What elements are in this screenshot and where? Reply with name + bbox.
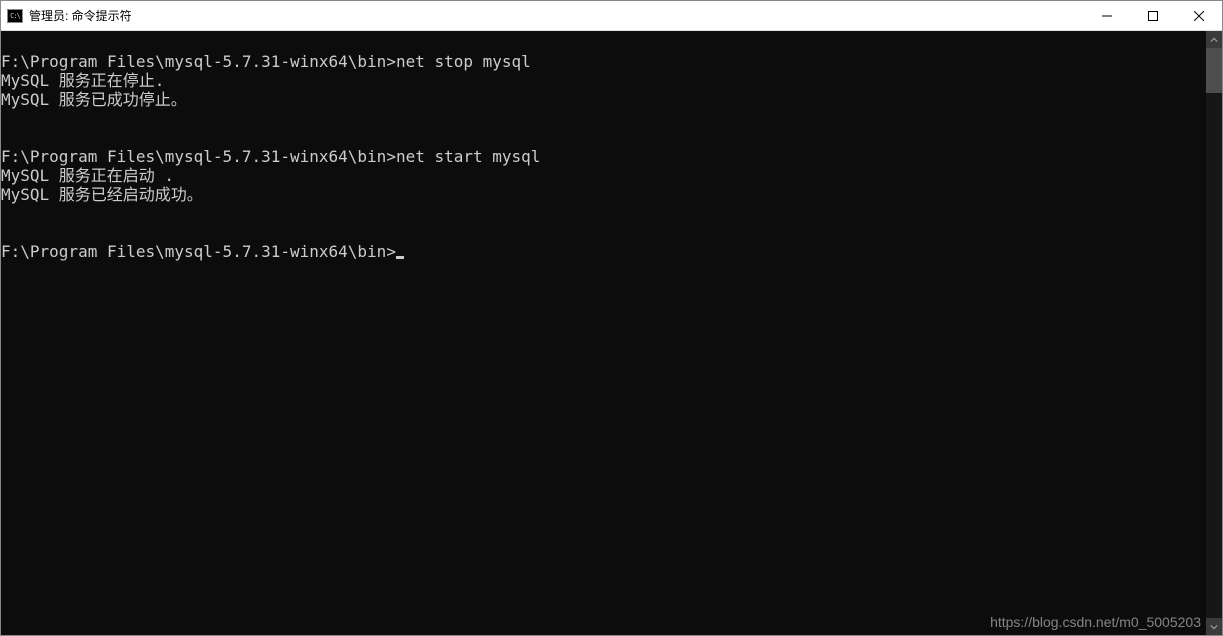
scroll-track[interactable] [1206, 48, 1222, 618]
terminal-line [1, 128, 1206, 147]
terminal-line: MySQL 服务已经启动成功。 [1, 185, 1206, 204]
terminal-line [1, 223, 1206, 242]
terminal-line [1, 33, 1206, 52]
terminal-line: F:\Program Files\mysql-5.7.31-winx64\bin… [1, 52, 1206, 71]
terminal-area: F:\Program Files\mysql-5.7.31-winx64\bin… [1, 31, 1222, 635]
terminal-line: F:\Program Files\mysql-5.7.31-winx64\bin… [1, 147, 1206, 166]
terminal-line: F:\Program Files\mysql-5.7.31-winx64\bin… [1, 242, 1206, 261]
close-button[interactable] [1176, 1, 1222, 30]
terminal-output[interactable]: F:\Program Files\mysql-5.7.31-winx64\bin… [1, 31, 1206, 635]
maximize-button[interactable] [1130, 1, 1176, 30]
command-prompt-window: C:\ 管理员: 命令提示符 F:\Program Files\mysql-5.… [0, 0, 1223, 636]
close-icon [1194, 11, 1204, 21]
window-controls [1084, 1, 1222, 30]
titlebar-left: C:\ 管理员: 命令提示符 [7, 7, 132, 24]
scroll-up-button[interactable] [1206, 31, 1222, 48]
scroll-down-button[interactable] [1206, 618, 1222, 635]
chevron-down-icon [1210, 623, 1218, 631]
cmd-icon: C:\ [7, 9, 23, 23]
window-title: 管理员: 命令提示符 [29, 7, 132, 24]
vertical-scrollbar[interactable] [1206, 31, 1222, 635]
cursor [396, 256, 404, 259]
scroll-thumb[interactable] [1206, 48, 1222, 93]
minimize-icon [1102, 11, 1112, 21]
terminal-line [1, 204, 1206, 223]
chevron-up-icon [1210, 36, 1218, 44]
terminal-line: MySQL 服务已成功停止。 [1, 90, 1206, 109]
terminal-line: MySQL 服务正在启动 . [1, 166, 1206, 185]
minimize-button[interactable] [1084, 1, 1130, 30]
titlebar[interactable]: C:\ 管理员: 命令提示符 [1, 1, 1222, 31]
terminal-line [1, 109, 1206, 128]
terminal-line: MySQL 服务正在停止. [1, 71, 1206, 90]
maximize-icon [1148, 11, 1158, 21]
